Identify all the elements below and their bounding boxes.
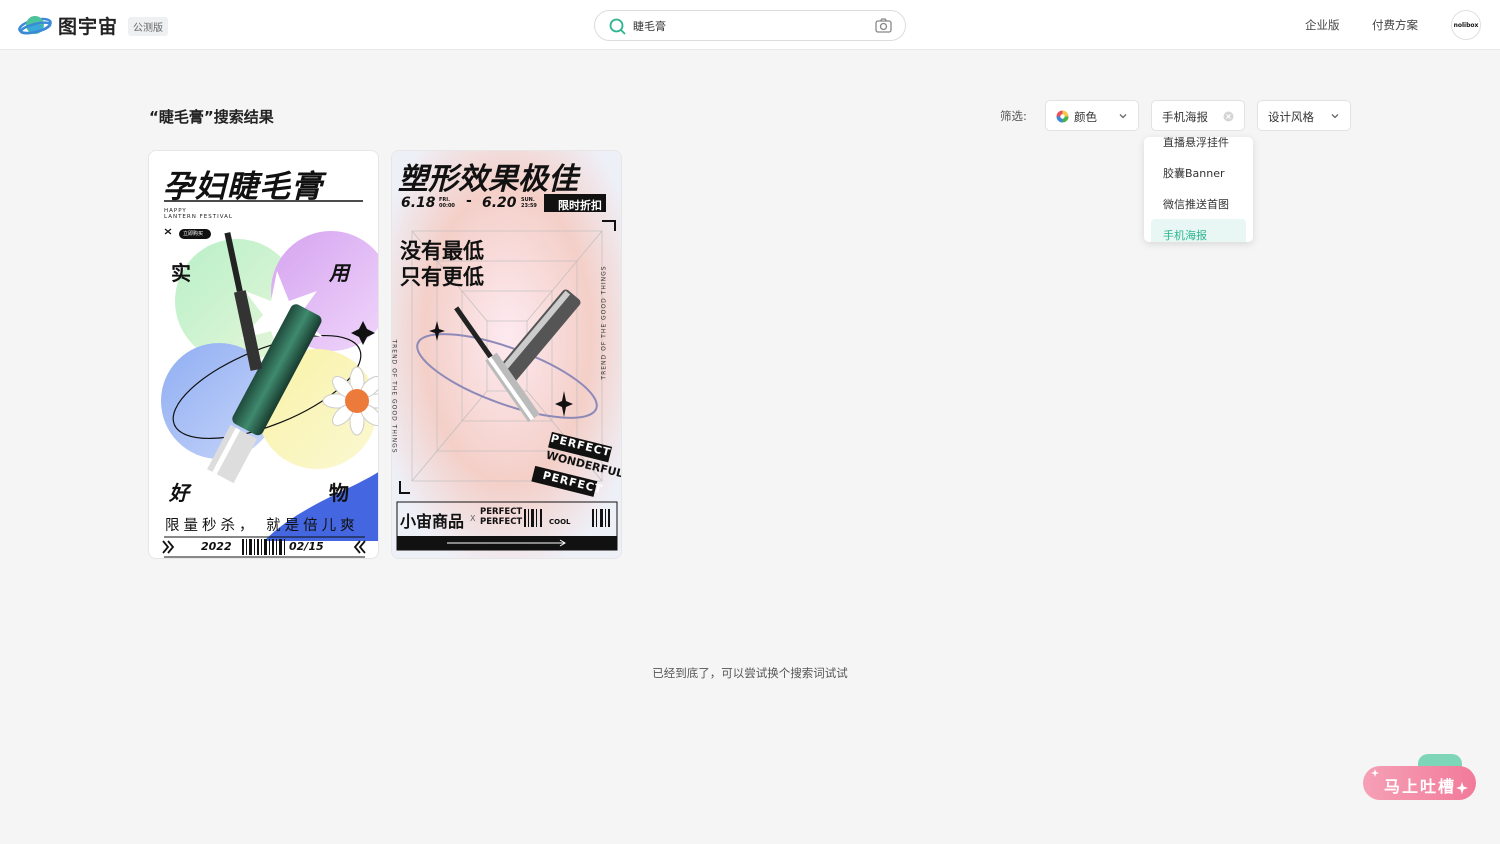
top-header: 图宇宙 公测版 企业版 付费方案 nolibox [0,0,1500,50]
poster-subtitle-2: LANTERN FESTIVAL [164,214,233,220]
color-filter[interactable]: 颜色 [1045,100,1139,131]
poster-title: 塑形效果极佳 [398,162,578,197]
poster-side-text-left: TREND OF THE GOOD THINGS [391,339,398,454]
size-dropdown-menu: 直播悬浮挂件 胶囊Banner 微信推送首图 手机海报 [1144,137,1253,242]
poster-brand-tag-2: PERFECT [480,517,523,527]
avatar[interactable]: nolibox [1451,10,1481,40]
poster-word-2: 用 [329,261,349,285]
nav-pricing[interactable]: 付费方案 [1372,17,1418,33]
size-filter-label: 手机海报 [1162,110,1208,124]
results-title: “睫毛膏”搜索结果 [149,108,274,126]
poster-slogan: 限量秒杀， 就是倍儿爽 [165,518,359,534]
result-card[interactable]: 孕妇睫毛膏 HAPPY LANTERN FESTIVAL 立即购买 实 用 好 … [148,150,379,559]
style-filter-label: 设计风格 [1268,110,1314,124]
avatar-text: nolibox [1453,21,1479,29]
dropdown-item-wechat-cover[interactable]: 微信推送首图 [1163,196,1229,212]
size-filter[interactable]: 手机海报 [1151,100,1245,131]
poster-side-text-right: TREND OF THE GOOD THINGS [600,265,608,380]
poster-date-end: 02/15 [289,540,324,553]
end-of-results-message: 已经到底了，可以尝试换个搜索词试试 [652,666,848,680]
search-input[interactable] [633,17,863,35]
planet-logo-icon [18,15,52,35]
logo[interactable]: 图宇宙 [18,12,118,39]
poster-promo: 限时折扣 [558,199,602,212]
feedback-button-label: 马上吐槽 [1384,777,1457,796]
style-filter[interactable]: 设计风格 [1257,100,1351,131]
dropdown-item-mobile-poster[interactable]: 手机海报 [1163,227,1207,242]
search-icon[interactable] [609,18,626,35]
poster-date-dash: - [466,193,472,209]
sparkle-icon [1456,782,1468,794]
chevron-down-icon [1331,114,1339,119]
poster-date-end: 6.20 [482,195,517,211]
poster-cool: COOL [549,518,571,526]
nav-enterprise[interactable]: 企业版 [1305,17,1340,33]
feedback-button[interactable]: 马上吐槽 [1363,766,1476,800]
dropdown-item-capsule-banner[interactable]: 胶囊Banner [1163,165,1225,181]
search-bar[interactable] [594,10,906,41]
chevron-down-icon [1119,114,1127,119]
poster-headline-2: 只有更低 [400,265,484,289]
color-filter-label: 颜色 [1074,110,1097,124]
filter-label: 筛选: [1000,109,1027,123]
poster-brand: 小宙商品 [400,512,465,531]
camera-icon[interactable] [875,18,892,33]
poster-word-3: 好 [169,481,189,505]
logo-text: 图宇宙 [58,16,119,38]
color-wheel-icon [1056,110,1069,123]
poster-brand-tag-1: PERFECT [480,507,523,517]
poster-word-4: 物 [329,481,349,505]
poster-date-end-small: SUN. 23:59 [521,197,537,209]
poster-word-1: 实 [171,261,191,285]
poster-date-start-small: FRI. 00:00 [439,197,455,209]
clear-icon[interactable] [1223,111,1234,122]
poster-tag: 立即购买 [183,231,204,237]
poster-title: 孕妇睫毛膏 [163,169,323,205]
result-card[interactable]: 塑形效果极佳 6.18 FRI. 00:00 - 6.20 SUN. 23:59… [391,150,622,559]
sparkle-icon [1371,769,1379,777]
poster-date-start: 2022 [201,540,232,553]
poster-date-start: 6.18 [401,195,436,211]
poster-brand-x: X [470,514,476,523]
beta-badge: 公测版 [128,17,168,36]
dropdown-item-live-widget[interactable]: 直播悬浮挂件 [1163,137,1229,150]
